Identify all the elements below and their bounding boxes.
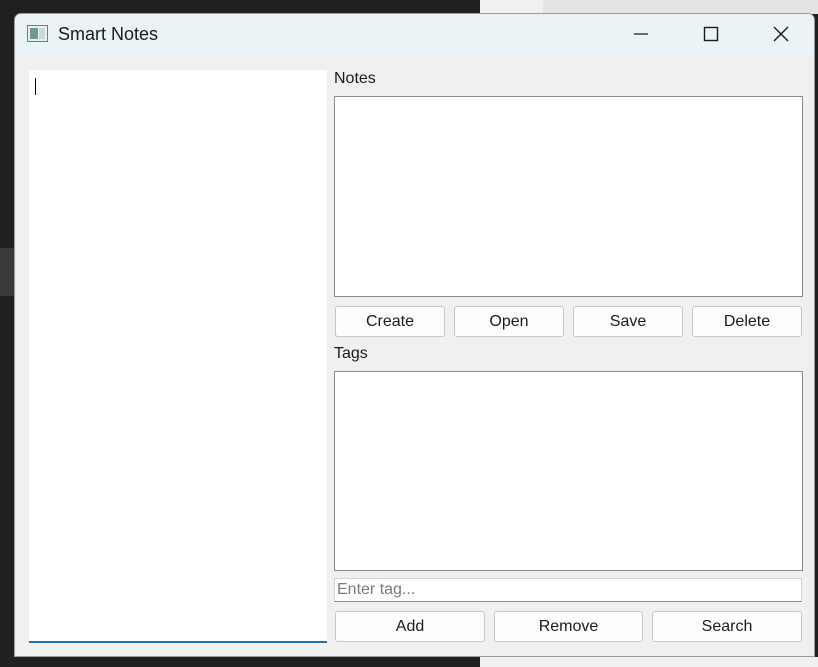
app-window-icon [27, 25, 48, 42]
close-button[interactable] [758, 14, 804, 54]
search-tag-button[interactable]: Search [652, 611, 802, 642]
delete-button[interactable]: Delete [692, 306, 802, 337]
background-window-panel [543, 0, 818, 14]
remove-tag-button[interactable]: Remove [494, 611, 643, 642]
maximize-icon [703, 26, 719, 42]
window-title: Smart Notes [58, 24, 159, 44]
save-button[interactable]: Save [573, 306, 683, 337]
notes-list[interactable] [334, 96, 803, 297]
title-bar[interactable]: Smart Notes [15, 14, 814, 55]
maximize-button[interactable] [688, 14, 734, 54]
background-window-bottom [480, 657, 818, 667]
minimize-button[interactable] [618, 14, 664, 54]
add-tag-button[interactable]: Add [335, 611, 485, 642]
open-button[interactable]: Open [454, 306, 564, 337]
tag-input[interactable]: Enter tag... [334, 578, 802, 602]
tags-label: Tags [334, 345, 368, 362]
background-panel [0, 248, 14, 296]
close-icon [773, 26, 789, 42]
smart-notes-window: Smart Notes Notes Create Open Save Delet… [14, 13, 815, 657]
note-text-editor[interactable] [29, 70, 327, 643]
text-caret [35, 78, 36, 95]
minimize-icon [634, 33, 648, 35]
tags-list[interactable] [334, 371, 803, 571]
create-button[interactable]: Create [335, 306, 445, 337]
notes-label: Notes [334, 70, 376, 87]
